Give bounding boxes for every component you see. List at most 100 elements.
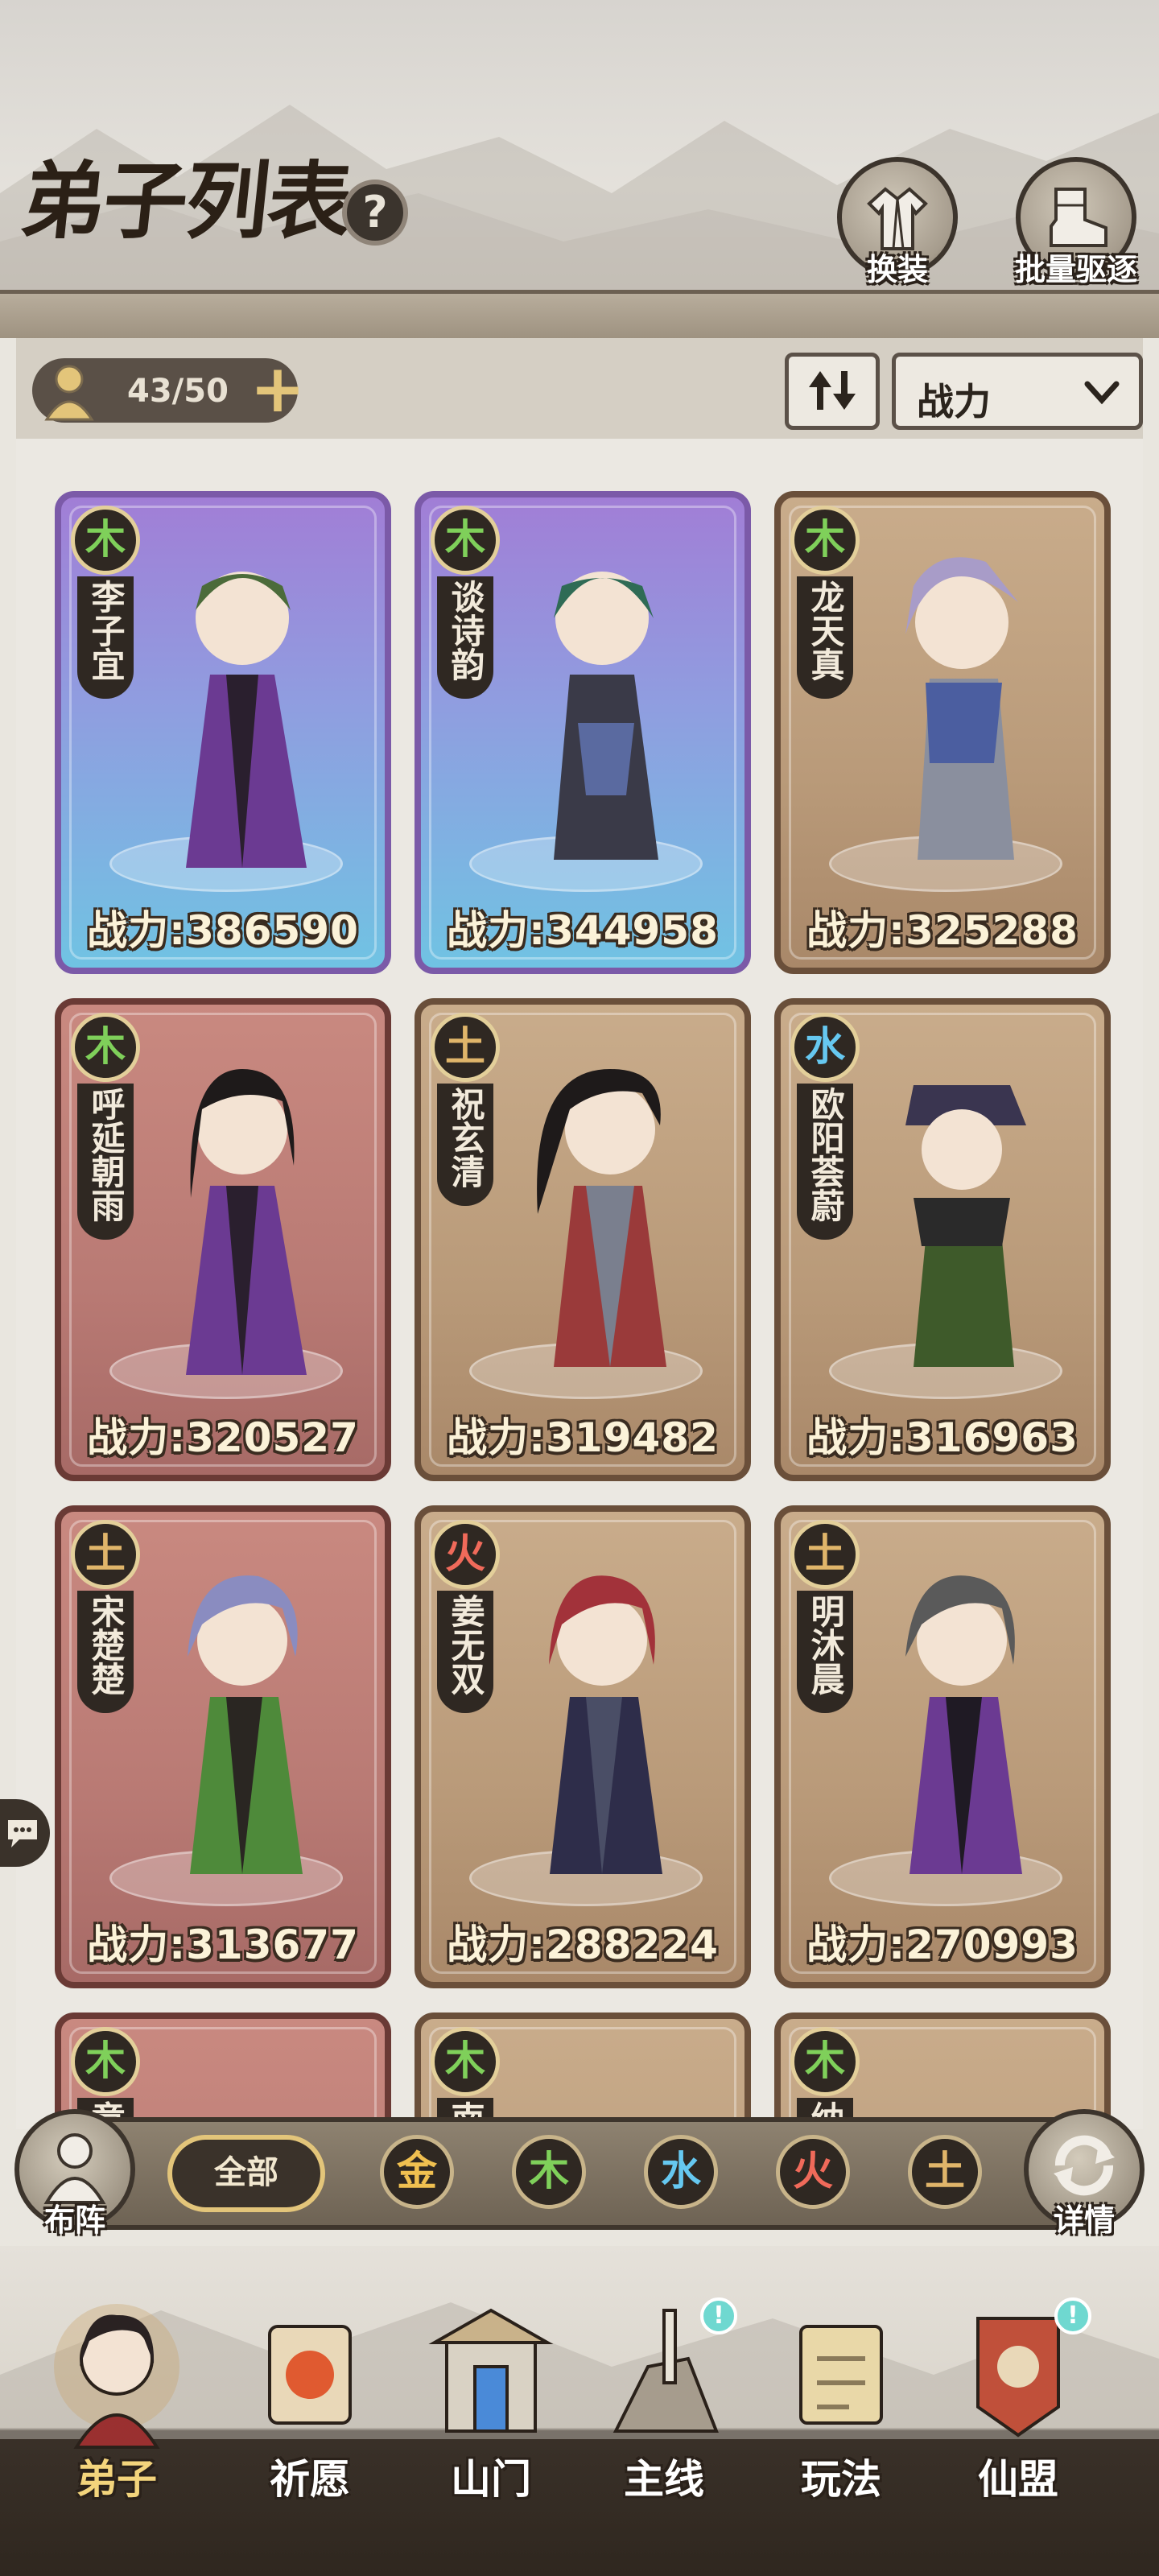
change-outfit-button[interactable]: 换装 [837,157,958,287]
nav-label: 玩法 [801,2455,881,2503]
robe-icon [867,187,928,250]
disciple-card[interactable]: 土 祝玄清 战力:319482 [415,998,751,1481]
disciple-figure [905,557,1018,860]
chat-bubble-icon [8,1820,37,1847]
disciple-card[interactable]: 土 宋楚楚 战力:313677 [55,1505,391,1988]
disciple-card[interactable]: 木 谈诗韵 战力:344958 [415,491,751,974]
element-badge: 土 [790,1520,860,1589]
disciple-portrait-icon [54,2304,179,2449]
disciple-name: 龙天真 [806,580,845,681]
element-badge: 木 [71,2027,140,2096]
disciple-power: 战力:344958 [447,907,719,954]
help-button[interactable]: ? [342,180,408,246]
nav-label: 主线 [624,2455,704,2503]
formation-label: 布阵 [43,2202,106,2238]
filter-fire-button[interactable]: 火 [776,2135,850,2209]
filter-water-button[interactable]: 水 [644,2135,718,2209]
disciple-name: 祝玄清 [446,1087,485,1188]
disciple-card[interactable]: 火 姜无双 战力:288224 [415,1505,751,1988]
disciple-card[interactable]: 水 欧阳荟蔚 战力:316963 [774,998,1111,1481]
disciple-count-pill: 43/50 + [32,355,305,424]
disciple-name-tag: 谈诗韵 [437,576,493,699]
formation-button[interactable]: 布阵 [14,2109,135,2238]
batch-dismiss-label: 批量驱逐 [1014,252,1138,287]
refresh-arrows-icon [1054,2135,1115,2196]
detail-label: 详情 [1053,2202,1116,2238]
nav-alliance[interactable]: 仙盟 ! [934,2294,1103,2520]
nav-sect-gate[interactable]: 山门 [406,2294,575,2520]
disciple-card[interactable]: 木 李子宜 战力:386590 [55,491,391,974]
nav-label: 祈愿 [270,2455,350,2503]
disciple-count: 43/50 [127,373,229,410]
disciple-name: 明沐晨 [806,1594,845,1695]
disciple-figure [554,572,658,860]
disciple-figure [905,1575,1022,1874]
add-capacity-button[interactable]: + [243,355,312,424]
disciple-power: 战力:288224 [447,1922,719,1968]
element-badge: 水 [790,1013,860,1082]
notification-badge: ! [700,2297,737,2334]
nav-disciples[interactable]: 弟子 [32,2294,201,2520]
disciple-card[interactable]: 土 明沐晨 战力:270993 [774,1505,1111,1988]
disciple-name-tag: 宋楚楚 [77,1591,134,1713]
element-badge: 木 [71,1013,140,1082]
disciple-name-tag: 祝玄清 [437,1084,493,1206]
disciple-power: 战力:316963 [806,1414,1079,1461]
element-badge: 木 [790,2027,860,2096]
gate-icon [428,2308,554,2433]
sort-dropdown-value: 战力 [917,380,991,423]
disciple-card[interactable]: 木 章 [55,2013,391,2129]
boot-icon [1050,188,1107,247]
disciple-figure [537,1069,666,1367]
notification-badge: ! [1054,2297,1091,2334]
disciple-name-tag: 明沐晨 [797,1591,853,1713]
disciple-name: 姜无双 [446,1594,485,1695]
nav-label: 仙盟 [978,2455,1058,2503]
nav-main-quest[interactable]: 主线 ! [580,2294,749,2520]
filter-all-button[interactable]: 全部 [167,2135,325,2212]
disciple-power: 战力:386590 [87,907,359,954]
disciple-card[interactable]: 木 呼延朝雨 战力:320527 [55,998,391,1481]
element-badge: 火 [431,1520,500,1589]
nav-wish[interactable]: 祈愿 [225,2294,394,2520]
chevron-down-icon [1084,381,1120,405]
element-badge: 木 [71,506,140,575]
header-rail [0,290,1159,338]
disciple-power: 战力:313677 [87,1922,359,1968]
disciple-name-tag: 李子宜 [77,576,134,699]
nav-gameplay[interactable]: 玩法 [757,2294,926,2520]
detail-button[interactable]: 详情 [1024,2109,1145,2238]
disciple-figure [186,572,307,868]
disciple-name: 欧阳荟蔚 [806,1087,845,1222]
element-badge: 土 [71,1520,140,1589]
sort-dropdown[interactable]: 战力 [892,353,1143,430]
disciple-figure [188,1575,303,1874]
element-badge: 木 [790,506,860,575]
map-scroll-icon [799,2325,883,2425]
filter-earth-button[interactable]: 土 [908,2135,982,2209]
disciple-name: 宋楚楚 [86,1594,126,1695]
disciple-figure [549,1575,662,1874]
disciple-grid: 木 李子宜 战力:386590 木 谈诗韵 战力:344958 木 龙天真 战力… [16,439,1143,2129]
disciple-card[interactable]: 木 纳 [774,2013,1111,2129]
element-badge: 木 [431,506,500,575]
disciple-figure [905,1085,1026,1367]
disciple-name: 呼延朝雨 [86,1087,126,1222]
element-badge: 土 [431,1013,500,1082]
page-title: 弟子列表 [16,151,356,250]
nav-label: 弟子 [76,2455,157,2503]
batch-dismiss-button[interactable]: 批量驱逐 [1015,157,1137,287]
filter-metal-button[interactable]: 金 [380,2135,454,2209]
disciple-name: 李子宜 [86,580,126,681]
disciple-avatar-icon [44,365,94,421]
disciple-card[interactable]: 木 南 [415,2013,751,2129]
sort-order-button[interactable] [785,353,880,430]
control-bar: 43/50 + 战力 [16,338,1143,439]
disciple-name-tag: 欧阳荟蔚 [797,1084,853,1240]
scroll-icon [268,2325,352,2425]
nav-label: 山门 [451,2455,531,2503]
sort-arrows-icon [809,371,856,410]
filter-wood-button[interactable]: 木 [512,2135,586,2209]
disciple-card[interactable]: 木 龙天真 战力:325288 [774,491,1111,974]
disciple-name-tag: 呼延朝雨 [77,1084,134,1240]
